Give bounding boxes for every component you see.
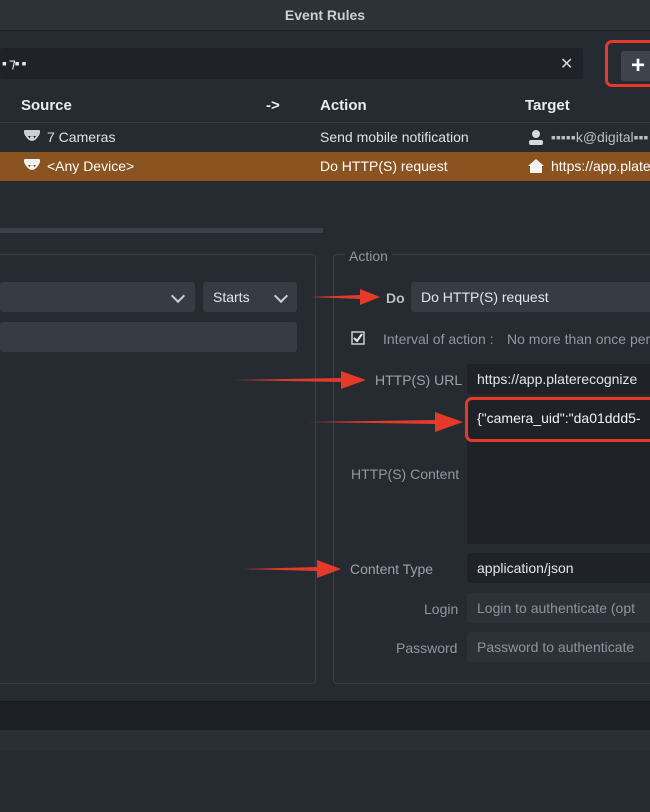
content-label: HTTP(S) Content (351, 466, 460, 482)
user-icon (529, 130, 543, 145)
content-value: {"camera_uid":"da01ddd5- (477, 410, 641, 426)
action-group-title: Action (345, 248, 392, 264)
annotation-arrow (310, 289, 380, 305)
action-type-select[interactable]: Do HTTP(S) request (411, 282, 650, 312)
window-title: Event Rules (284, 7, 366, 23)
content-type-label: Content Type (350, 561, 434, 577)
password-label: Password (396, 640, 458, 656)
event-state-select[interactable]: Starts (203, 282, 297, 312)
title-bar: Event Rules (0, 0, 650, 31)
home-icon (528, 159, 544, 173)
add-rule-button[interactable]: + (621, 51, 650, 81)
row-action: Send mobile notification (320, 129, 469, 145)
column-header-target[interactable]: Target (525, 97, 570, 114)
interval-checkbox[interactable] (351, 331, 365, 345)
interval-value[interactable]: No more than once per (507, 331, 650, 347)
event-source-field[interactable] (0, 322, 297, 352)
password-input[interactable]: Password to authenticate (467, 632, 650, 662)
url-value: https://app.platerecognize (477, 371, 638, 387)
row-source: 7 Cameras (47, 129, 116, 145)
bottom-strip (0, 730, 650, 750)
content-highlight: {"camera_uid":"da01ddd5- (465, 397, 650, 442)
splitter[interactable] (0, 228, 323, 233)
login-input[interactable]: Login to authenticate (opt (467, 593, 650, 623)
login-placeholder: Login to authenticate (opt (477, 600, 636, 616)
interval-label: Interval of action : (383, 331, 494, 347)
camera-icon (24, 159, 40, 170)
row-source: <Any Device> (47, 158, 135, 174)
column-header-arrow[interactable]: -> (266, 97, 280, 114)
event-type-select[interactable] (0, 282, 195, 312)
do-label: Do (386, 290, 405, 306)
chevron-down-icon (170, 288, 186, 304)
password-placeholder: Password to authenticate (477, 639, 635, 655)
camera-icon (24, 130, 40, 141)
url-label: HTTP(S) URL (375, 372, 463, 388)
row-target: ▪▪▪▪▪k@digital▪▪▪ (551, 129, 649, 145)
add-rule-button-highlight: + (605, 40, 650, 87)
search-value: ▪ ⁊▪ ▪ (2, 55, 27, 71)
annotation-arrow (233, 371, 366, 389)
login-label: Login (424, 601, 459, 617)
row-target: https://app.plate (551, 158, 650, 174)
chevron-down-icon (273, 288, 289, 304)
search-input[interactable]: ▪ ⁊▪ ▪ ✕ (0, 48, 583, 79)
content-type-value: application/json (477, 560, 574, 576)
status-bar (0, 701, 650, 731)
table-row-selected[interactable]: <Any Device> Do HTTP(S) request https://… (0, 152, 650, 181)
column-header-action[interactable]: Action (320, 97, 367, 114)
annotation-arrow (307, 412, 463, 432)
row-action: Do HTTP(S) request (320, 158, 448, 174)
clear-search-icon[interactable]: ✕ (560, 54, 573, 74)
annotation-arrow (243, 560, 341, 578)
table-row[interactable]: 7 Cameras Send mobile notification ▪▪▪▪▪… (0, 122, 650, 152)
event-state-value: Starts (213, 289, 250, 305)
url-input[interactable]: https://app.platerecognize (467, 364, 650, 394)
action-type-value: Do HTTP(S) request (421, 289, 549, 305)
event-panel (0, 254, 316, 684)
content-type-input[interactable]: application/json (467, 553, 650, 583)
column-header-source[interactable]: Source (21, 97, 72, 114)
